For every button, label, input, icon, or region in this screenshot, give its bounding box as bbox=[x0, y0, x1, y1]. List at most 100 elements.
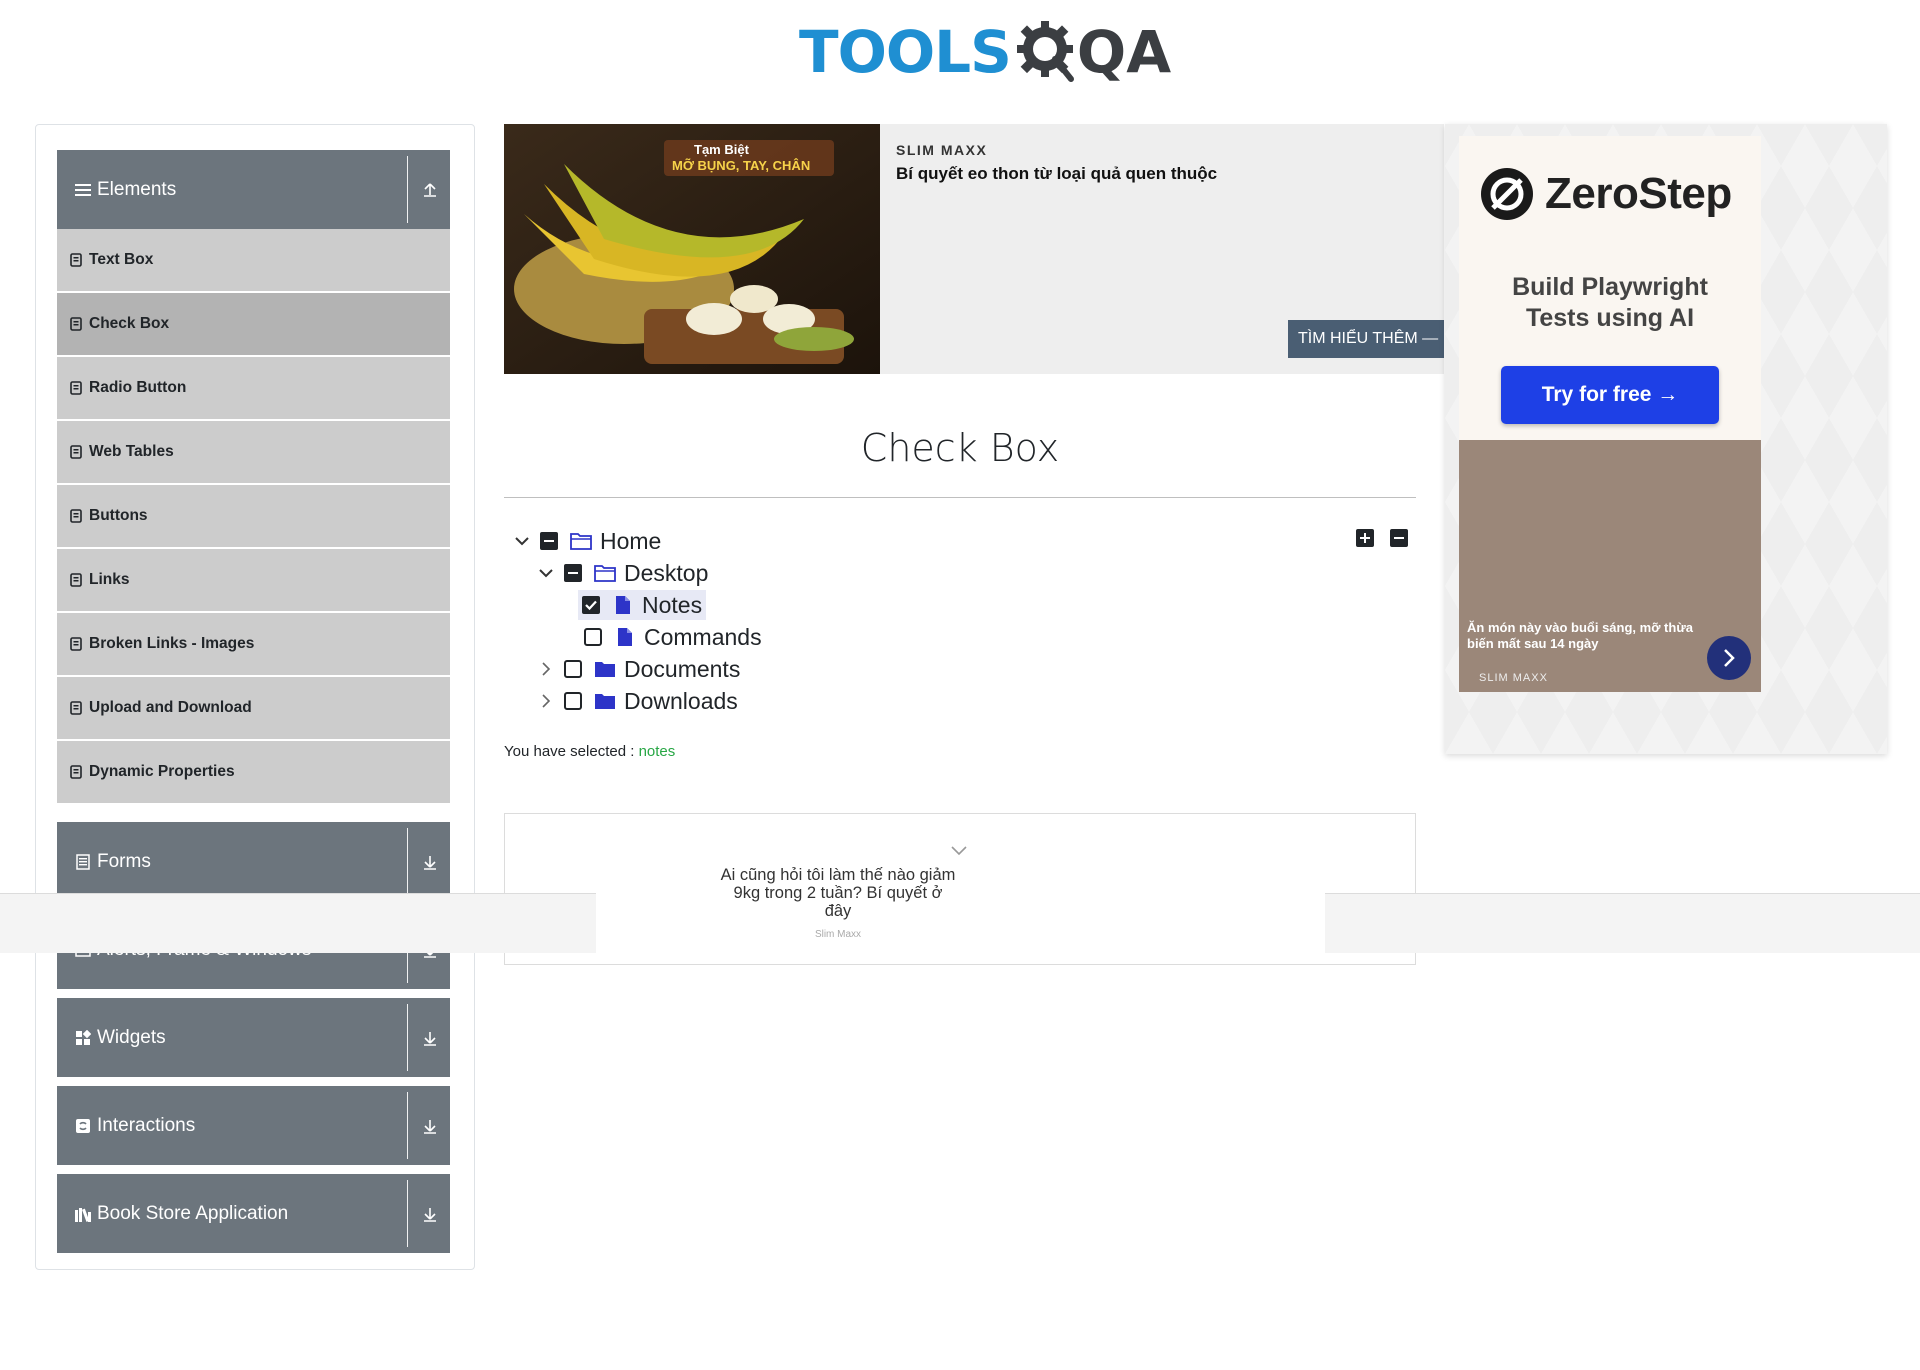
checkbox-checked[interactable] bbox=[582, 596, 600, 614]
item-icon bbox=[70, 317, 82, 331]
ad-title[interactable]: Bí quyết eo thon từ loại quả quen thuộc bbox=[896, 164, 1217, 184]
divider bbox=[407, 156, 408, 223]
menu-item-broken-links[interactable]: Broken Links - Images bbox=[57, 613, 450, 676]
collapse-up-icon[interactable] bbox=[418, 150, 442, 229]
collapse-all-icon[interactable] bbox=[1390, 529, 1408, 547]
group-label-forms: Forms bbox=[97, 850, 151, 872]
tree-label-commands[interactable]: Commands bbox=[644, 624, 762, 651]
menu-item-check-box[interactable]: Check Box bbox=[57, 293, 450, 356]
checkbox-unchecked[interactable] bbox=[564, 692, 582, 710]
expand-all-icon[interactable] bbox=[1356, 529, 1374, 547]
tagline-line-1: Build Playwright bbox=[1512, 273, 1708, 301]
chevron-right-icon[interactable] bbox=[1707, 636, 1751, 680]
group-label-interactions: Interactions bbox=[97, 1114, 196, 1136]
menu-item-text-box[interactable]: Text Box bbox=[57, 229, 450, 292]
tree-node-documents: Documents bbox=[534, 654, 740, 684]
folder-open-icon bbox=[594, 563, 616, 583]
group-header-forms[interactable]: Forms bbox=[57, 822, 450, 901]
selection-value: notes bbox=[638, 743, 676, 760]
sticky-ad-center[interactable] bbox=[596, 893, 1325, 953]
zerostep-logo-icon bbox=[1481, 168, 1533, 220]
ad-image-text-1: Tạm Biệt bbox=[694, 142, 749, 157]
ad-photo[interactable]: Ăn món này vào buổi sáng, mỡ thừa biến m… bbox=[1459, 440, 1761, 692]
books-icon bbox=[74, 1205, 92, 1223]
widgets-icon bbox=[74, 1029, 92, 1047]
item-icon bbox=[70, 253, 82, 267]
tree-label-desktop[interactable]: Desktop bbox=[624, 560, 708, 587]
try-for-free-button[interactable]: Try for free → bbox=[1501, 366, 1719, 424]
ad-cta-button[interactable]: TÌM HIỂU THÊM — bbox=[1288, 320, 1444, 358]
group-label-elements: Elements bbox=[97, 178, 177, 200]
expand-down-icon[interactable] bbox=[418, 1086, 442, 1165]
toolsqa-logo[interactable]: TOOLS QA bbox=[799, 14, 1171, 90]
menu-item-label: Broken Links - Images bbox=[89, 635, 255, 652]
zerostep-tagline: Build Playwright Tests using AI bbox=[1459, 272, 1761, 334]
chevron-right-icon[interactable] bbox=[534, 689, 558, 713]
menu-item-label: Upload and Download bbox=[89, 699, 252, 716]
checkbox-unchecked[interactable] bbox=[564, 660, 582, 678]
divider bbox=[407, 828, 408, 895]
divider bbox=[407, 1180, 408, 1247]
logo-qa-text: QA bbox=[1076, 18, 1172, 86]
item-icon bbox=[70, 701, 82, 715]
chevron-down-icon[interactable] bbox=[950, 845, 968, 857]
tree-label-notes[interactable]: Notes bbox=[642, 592, 702, 619]
page: TOOLS QA Elements Text Box Check Box Rad… bbox=[0, 0, 1920, 1370]
right-ad[interactable]: ZeroStep Build Playwright Tests using AI… bbox=[1445, 124, 1887, 754]
chevron-down-icon[interactable] bbox=[510, 529, 534, 553]
tree-node-home: Home bbox=[510, 526, 661, 556]
title-divider bbox=[504, 497, 1416, 498]
tree-label-downloads[interactable]: Downloads bbox=[624, 688, 738, 715]
page-title: Check Box bbox=[860, 426, 1060, 470]
zerostep-brand: ZeroStep bbox=[1545, 169, 1732, 218]
checkbox-half-checked[interactable] bbox=[540, 532, 558, 550]
selection-label: You have selected : bbox=[504, 743, 635, 760]
menu-item-web-tables[interactable]: Web Tables bbox=[57, 421, 450, 484]
ad-image-text-2: MỠ BỤNG, TAY, CHÂN bbox=[672, 158, 811, 173]
ad-banner[interactable]: Tạm Biệt MỠ BỤNG, TAY, CHÂN SLIM MAXX Bí… bbox=[504, 124, 1444, 374]
menu-item-label: Web Tables bbox=[89, 443, 174, 460]
tree-label-documents[interactable]: Documents bbox=[624, 656, 740, 683]
expand-down-icon[interactable] bbox=[418, 822, 442, 901]
sticky-ad-brand: Slim Maxx bbox=[814, 929, 862, 940]
group-header-elements[interactable]: Elements bbox=[57, 150, 450, 229]
menu-item-upload-download[interactable]: Upload and Download bbox=[57, 677, 450, 740]
file-icon bbox=[614, 627, 636, 647]
item-icon bbox=[70, 637, 82, 651]
checkbox-unchecked[interactable] bbox=[584, 628, 602, 646]
ad-photo-brand: SLIM MAXX bbox=[1479, 672, 1548, 684]
menu-item-label: Text Box bbox=[89, 251, 154, 268]
tree-node-notes: Notes bbox=[578, 590, 707, 620]
tree-label-home[interactable]: Home bbox=[600, 528, 661, 555]
zerostep-card: ZeroStep Build Playwright Tests using AI… bbox=[1459, 136, 1761, 450]
group-header-bookstore[interactable]: Book Store Application bbox=[57, 1174, 450, 1253]
zerostep-logo: ZeroStep bbox=[1479, 166, 1732, 222]
menu-item-radio-button[interactable]: Radio Button bbox=[57, 357, 450, 420]
gear-magnifier-icon bbox=[1016, 21, 1074, 82]
tree-node-downloads: Downloads bbox=[534, 686, 738, 716]
checkbox-half-checked[interactable] bbox=[564, 564, 582, 582]
group-header-interactions[interactable]: Interactions bbox=[57, 1086, 450, 1165]
file-icon bbox=[612, 595, 634, 615]
ad-photo-text: Ăn món này vào buổi sáng, mỡ thừa biến m… bbox=[1467, 620, 1693, 651]
expand-down-icon[interactable] bbox=[418, 998, 442, 1077]
group-header-widgets[interactable]: Widgets bbox=[57, 998, 450, 1077]
tree-node-commands: Commands bbox=[584, 622, 762, 652]
expand-down-icon[interactable] bbox=[418, 1174, 442, 1253]
menu-item-links[interactable]: Links bbox=[57, 549, 450, 612]
left-panel: Elements Text Box Check Box Radio Button… bbox=[35, 124, 475, 1270]
menu-item-label: Radio Button bbox=[89, 379, 187, 396]
sticky-ad-text[interactable]: Ai cũng hỏi tôi làm thế nào giảm 9kg tro… bbox=[720, 866, 956, 920]
menu-item-dynamic-properties[interactable]: Dynamic Properties bbox=[57, 741, 450, 804]
chevron-right-icon[interactable] bbox=[534, 657, 558, 681]
item-icon bbox=[70, 445, 82, 459]
item-icon bbox=[70, 573, 82, 587]
hamburger-icon bbox=[74, 181, 92, 199]
menu-item-label: Links bbox=[89, 571, 130, 588]
chevron-down-icon[interactable] bbox=[534, 561, 558, 585]
interactions-icon bbox=[74, 1117, 92, 1135]
menu-item-label: Check Box bbox=[89, 315, 170, 332]
menu-item-buttons[interactable]: Buttons bbox=[57, 485, 450, 548]
logo-tools-text: TOOLS bbox=[799, 18, 1012, 86]
menu-item-label: Dynamic Properties bbox=[89, 763, 235, 780]
